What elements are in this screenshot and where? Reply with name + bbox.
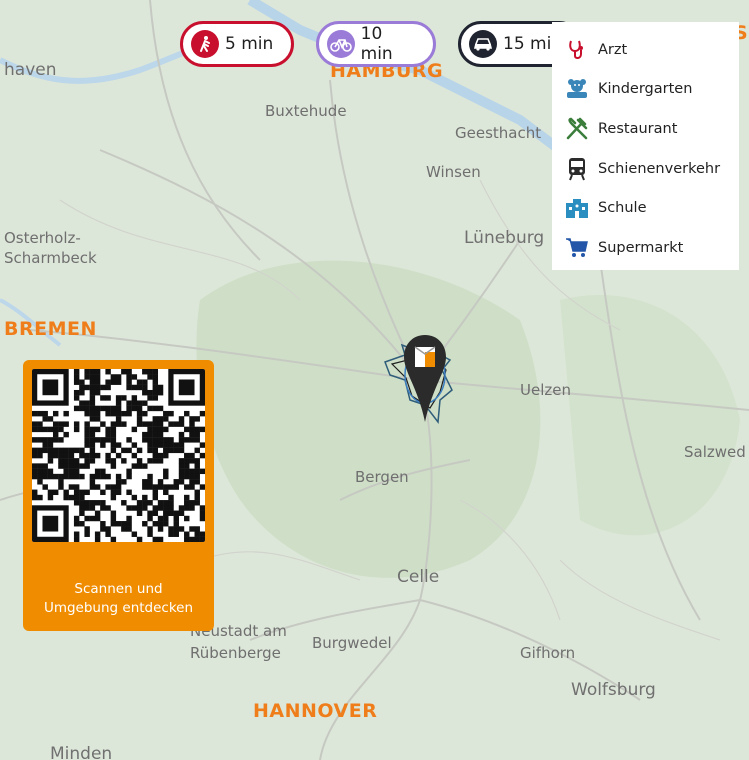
bike-duration-label: 10 min bbox=[360, 24, 393, 64]
shopping-cart-icon bbox=[564, 235, 590, 261]
travel-mode-bike-chip[interactable]: 10 min bbox=[316, 21, 436, 67]
place-winsen: Winsen bbox=[426, 163, 481, 181]
poi-legend: Arzt Kindergarten Restaurant Schienenver… bbox=[552, 22, 739, 270]
place-haven: haven bbox=[4, 60, 57, 80]
place-geesthacht: Geesthacht bbox=[455, 124, 542, 142]
place-ruebenberge: Rübenberge bbox=[190, 644, 281, 662]
place-uelzen: Uelzen bbox=[520, 381, 571, 399]
legend-label-schienenverkehr: Schienenverkehr bbox=[598, 160, 721, 177]
place-bergen: Bergen bbox=[355, 468, 409, 486]
place-buxtehude: Buxtehude bbox=[265, 102, 347, 120]
place-bremen: BREMEN bbox=[4, 318, 97, 340]
place-salzwedel: Salzwed bbox=[684, 443, 746, 461]
place-celle: Celle bbox=[397, 567, 440, 587]
train-icon bbox=[564, 156, 590, 182]
legend-label-schule: Schule bbox=[598, 200, 647, 217]
legend-label-supermarkt: Supermarkt bbox=[598, 239, 684, 256]
car-icon bbox=[469, 30, 497, 58]
travel-mode-walk-chip[interactable]: 5 min bbox=[180, 21, 294, 67]
place-gifhorn: Gifhorn bbox=[520, 644, 576, 662]
school-icon bbox=[564, 195, 590, 221]
legend-label-arzt: Arzt bbox=[598, 41, 628, 58]
legend-item-supermarkt[interactable]: Supermarkt bbox=[564, 228, 739, 268]
legend-label-kindergarten: Kindergarten bbox=[598, 81, 693, 98]
teddy-bear-icon bbox=[564, 76, 590, 102]
walking-icon bbox=[191, 30, 219, 58]
place-hannover: HANNOVER bbox=[253, 700, 378, 722]
place-wolfsburg: Wolfsburg bbox=[571, 680, 656, 700]
legend-item-schule[interactable]: Schule bbox=[564, 188, 739, 228]
place-minden: Minden bbox=[50, 744, 113, 760]
qr-caption-line2: Umgebung entdecken bbox=[43, 600, 194, 616]
place-osterholz: Osterholz- bbox=[4, 229, 81, 247]
legend-item-kindergarten[interactable]: Kindergarten bbox=[564, 70, 739, 110]
doctor-icon bbox=[564, 37, 590, 63]
bicycle-icon bbox=[327, 30, 355, 58]
place-lueneburg: Lüneburg bbox=[464, 228, 545, 248]
qr-caption-line1: Scannen und bbox=[74, 581, 163, 597]
legend-item-arzt[interactable]: Arzt bbox=[564, 30, 739, 70]
legend-label-restaurant: Restaurant bbox=[598, 120, 678, 137]
qr-code[interactable] bbox=[32, 369, 205, 542]
legend-item-restaurant[interactable]: Restaurant bbox=[564, 109, 739, 149]
place-burgwedel: Burgwedel bbox=[312, 634, 392, 652]
qr-code-card[interactable]: Scannen und Umgebung entdecken bbox=[23, 360, 214, 631]
location-pin-marker[interactable] bbox=[380, 330, 470, 430]
fork-knife-icon bbox=[564, 116, 590, 142]
qr-caption: Scannen und Umgebung entdecken bbox=[23, 580, 214, 618]
walk-duration-label: 5 min bbox=[225, 34, 274, 54]
legend-item-schienenverkehr[interactable]: Schienenverkehr bbox=[564, 149, 739, 189]
place-scharmbeck: Scharmbeck bbox=[4, 249, 97, 267]
